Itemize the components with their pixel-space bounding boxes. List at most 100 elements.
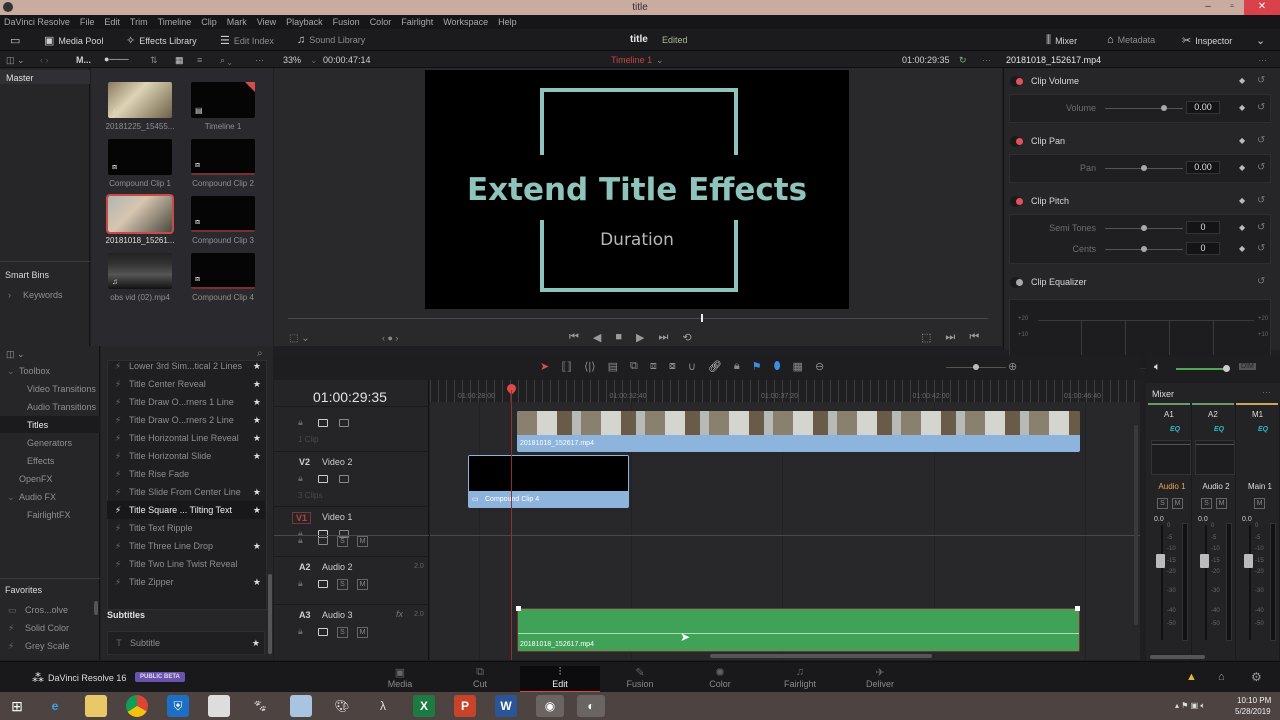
favorite-star-icon[interactable]: ★ <box>253 361 261 372</box>
snapping-icon[interactable]: ∪ <box>688 360 696 373</box>
auto-select-icon[interactable] <box>318 537 328 545</box>
transform-overlay-icon[interactable]: ⬚ ⌄ <box>289 333 310 344</box>
next-edit-icon[interactable]: ⏭ <box>945 331 955 344</box>
trim-tool-icon[interactable]: ⟦⟧ <box>561 360 572 373</box>
favorite-item[interactable]: Solid Color <box>25 623 69 633</box>
param-slider-knob[interactable] <box>1141 165 1147 171</box>
track-name[interactable]: Audio 3 <box>322 610 353 620</box>
panel-toggle-icon[interactable]: ◫ ⌄ <box>6 55 25 66</box>
effects-list-scrollbar[interactable] <box>268 574 272 654</box>
panel-layout-icon[interactable]: ◫ ⌄ <box>6 349 25 360</box>
file-explorer-icon[interactable] <box>85 695 107 717</box>
reset-icon[interactable]: ↺ <box>1257 75 1265 86</box>
sound-library-button[interactable]: ♫ Sound Library <box>297 34 365 46</box>
media-pool-clip[interactable]: ⧈ <box>191 196 255 232</box>
timeline-dropdown-icon[interactable]: ⌄ <box>656 55 664 66</box>
favorite-star-icon[interactable]: ★ <box>253 577 261 588</box>
effects-category-fairlightfx[interactable]: FairlightFX <box>27 510 71 520</box>
chrome-icon[interactable] <box>126 695 148 717</box>
media-pool-clip[interactable] <box>106 194 174 234</box>
param-value-field[interactable]: 0.00 <box>1186 161 1220 174</box>
home-icon[interactable]: ⌂ <box>1218 671 1225 683</box>
paint-icon[interactable] <box>208 695 230 717</box>
track-visibility-icon[interactable] <box>339 475 349 483</box>
page-fusion[interactable]: ✎ Fusion <box>600 666 680 689</box>
play-reverse-icon[interactable]: ◀ <box>593 331 601 344</box>
mute-button[interactable]: M <box>357 579 368 590</box>
inspector-section-clip-pan[interactable]: Clip Pan <box>1016 136 1065 146</box>
track-lock-icon[interactable]: 🔒︎ <box>298 473 303 484</box>
internet-explorer-icon[interactable]: e <box>44 695 66 717</box>
favorite-star-icon[interactable]: ★ <box>253 541 261 552</box>
fader-knob[interactable] <box>1244 554 1253 568</box>
minimize-button[interactable]: – <box>1196 0 1220 15</box>
timeline-v-scrollbar[interactable] <box>1134 425 1138 625</box>
smart-bin-keywords[interactable]: Keywords <box>23 290 63 300</box>
keyframe-icon[interactable]: ◆ <box>1239 163 1245 172</box>
section-enable-toggle[interactable] <box>1016 77 1023 85</box>
bin-master[interactable]: Master <box>6 73 34 83</box>
viewer-scrubber[interactable] <box>288 318 988 319</box>
gimp-icon[interactable]: 🐾︎ <box>249 695 271 717</box>
track-name[interactable]: Audio 2 <box>322 562 353 572</box>
effects-category-audio-fx[interactable]: Audio FX <box>19 492 56 502</box>
favorite-star-icon[interactable]: ★ <box>253 451 261 462</box>
prev-edit-icon[interactable]: ⏮ <box>969 331 979 344</box>
timeline-h-scrollbar[interactable] <box>710 654 932 658</box>
mute-button[interactable]: M <box>357 627 368 638</box>
param-slider[interactable] <box>1105 108 1183 109</box>
reset-icon[interactable]: ↺ <box>1257 243 1265 254</box>
effects-category-video-transitions[interactable]: Video Transitions <box>27 384 96 394</box>
fade-handle-left[interactable] <box>516 606 521 611</box>
menu-fairlight[interactable]: Fairlight <box>401 17 433 27</box>
solo-button[interactable]: S <box>337 579 348 590</box>
monitor-volume-slider[interactable] <box>1176 368 1227 370</box>
fader-track[interactable] <box>1249 525 1251 640</box>
viewer-zoom[interactable]: 33% <box>283 55 301 65</box>
channel-eq-button[interactable]: EQ <box>1258 426 1268 433</box>
channel-eq-curve[interactable] <box>1151 440 1191 475</box>
calculator-icon[interactable] <box>290 695 312 717</box>
track-lock-icon[interactable]: 🔒︎ <box>298 535 303 546</box>
subtitle-effect-item[interactable]: T Subtitle ★ <box>107 631 265 655</box>
timeline-clip-compound[interactable]: ▭ Compound Clip 4 <box>468 455 629 508</box>
monitor-volume-knob[interactable] <box>1223 365 1231 372</box>
menu-edit[interactable]: Edit <box>104 17 120 27</box>
metadata-button[interactable]: ⌂ Metadata <box>1107 34 1155 46</box>
auto-select-icon[interactable] <box>318 580 328 588</box>
title-effect-item[interactable]: ⚡︎ Title Two Line Twist Reveal <box>107 555 265 573</box>
title-effect-item[interactable]: ⚡︎ Lower 3rd Sim...tical 2 Lines ★ <box>107 357 265 375</box>
zoom-dropdown-icon[interactable]: ⌄ <box>310 55 318 66</box>
param-slider-knob[interactable] <box>1141 246 1147 252</box>
track-id[interactable]: V1 <box>292 512 312 524</box>
auto-select-icon[interactable] <box>318 628 328 636</box>
title-effect-item[interactable]: ⚡︎ Title Center Reveal ★ <box>107 375 265 393</box>
favorite-star-icon[interactable]: ★ <box>253 487 261 498</box>
effects-category-openfx[interactable]: OpenFX <box>19 474 53 484</box>
play-icon[interactable]: ▶ <box>636 331 644 344</box>
match-frame-icon[interactable]: ⬚ <box>921 331 931 344</box>
fader-track[interactable] <box>1205 525 1207 640</box>
menu-view[interactable]: View <box>257 17 276 27</box>
expand-chevron-icon[interactable]: ⌄ <box>7 492 15 503</box>
fader-knob[interactable] <box>1156 554 1165 568</box>
title-effect-item[interactable]: ⚡︎ Title Slide From Center Line ★ <box>107 483 265 501</box>
inspector-options-icon[interactable]: ··· <box>1258 55 1267 65</box>
title-effect-item[interactable]: ⚡︎ Title Rise Fade <box>107 465 265 483</box>
zoom-in-icon[interactable]: ⊕ <box>1008 360 1017 373</box>
warning-icon[interactable]: ▲ <box>1186 671 1197 683</box>
effects-category-audio-transitions[interactable]: Audio Transitions <box>27 402 96 412</box>
channel-eq-curve[interactable] <box>1195 440 1235 475</box>
timeline-view-options-icon[interactable]: ▦ <box>793 360 803 373</box>
title-effect-item[interactable]: ⚡︎ Title Square ... Tilting Text ★ <box>107 501 265 519</box>
search-icon[interactable]: ⌕ ⌄ <box>220 55 232 66</box>
viewer-options-icon[interactable]: ··· <box>982 55 991 65</box>
param-slider-knob[interactable] <box>1141 225 1147 231</box>
effects-category-effects[interactable]: Effects <box>27 456 54 466</box>
reset-icon[interactable]: ↺ <box>1257 195 1265 206</box>
track-lock-icon[interactable]: 🔒︎ <box>298 417 303 428</box>
mixer-options-icon[interactable]: ··· <box>1262 387 1271 397</box>
defender-icon[interactable]: ⛨ <box>167 695 189 717</box>
title-effect-item[interactable]: ⚡︎ Title Zipper ★ <box>107 573 265 591</box>
obs-taskbar-icon[interactable]: ◐ <box>577 695 605 717</box>
